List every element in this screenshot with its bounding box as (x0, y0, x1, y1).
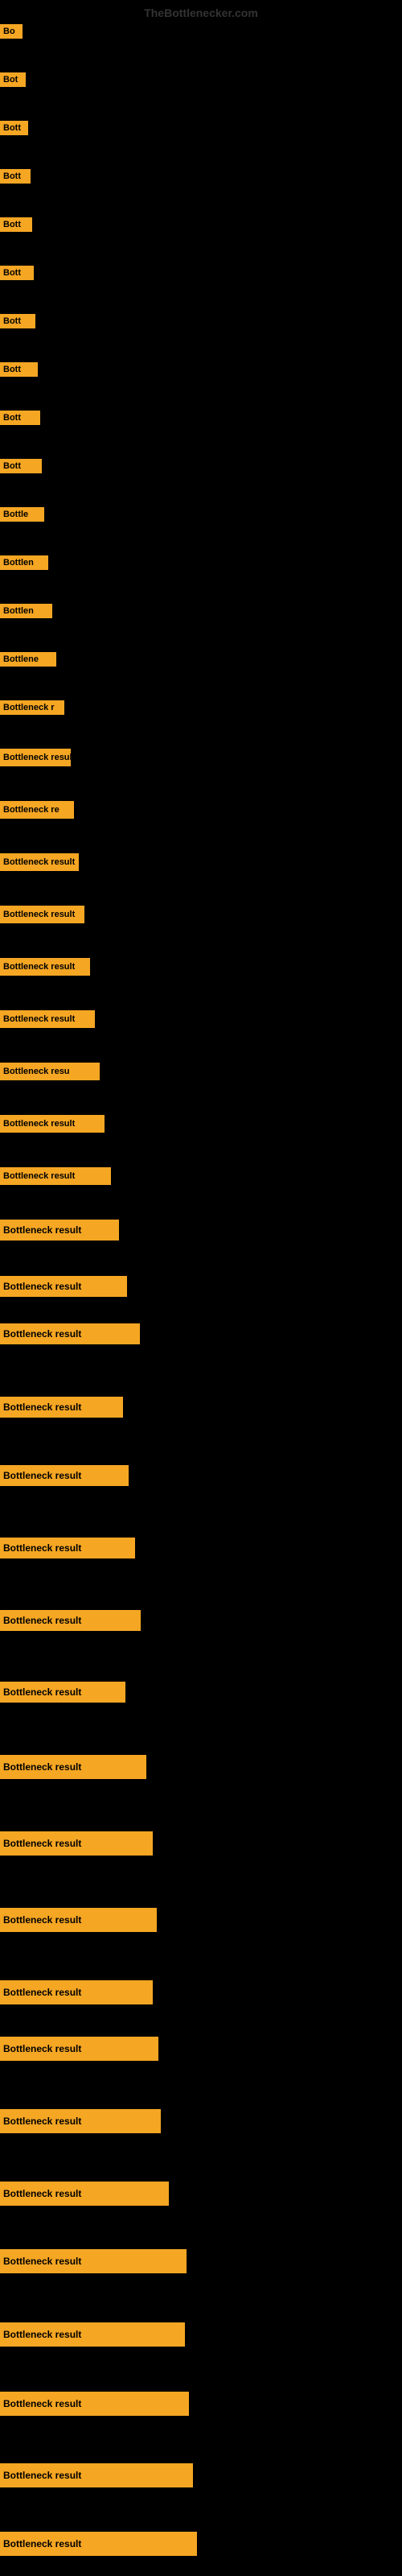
bar-label: Bottleneck result (0, 2182, 169, 2206)
bar-label: Bottleneck result (0, 853, 79, 871)
bar-item: Bottleneck result (0, 2532, 197, 2556)
bar-label: Bottleneck result (0, 2109, 161, 2133)
bar-label: Bottleneck result (0, 1323, 140, 1344)
bar-item: Bo (0, 24, 23, 39)
bar-label: Bottleneck result (0, 2463, 193, 2487)
bar-label: Bottleneck resu (0, 1063, 100, 1080)
bar-label: Bottlene (0, 652, 56, 667)
bar-label: Bottleneck re (0, 801, 74, 819)
bar-item: Bottleneck result (0, 1980, 153, 2004)
bar-item: Bottleneck result (0, 853, 79, 871)
bar-label: Bottleneck result (0, 1167, 111, 1185)
bar-item: Bottleneck result (0, 2392, 189, 2416)
bar-label: Bottleneck result (0, 1115, 105, 1133)
bar-item: Bottleneck result (0, 1167, 111, 1185)
bar-label: Bott (0, 266, 34, 280)
bar-label: Bo (0, 24, 23, 39)
bar-label: Bott (0, 362, 38, 377)
bar-label: Bottleneck result (0, 1610, 141, 1631)
bar-item: Bottleneck result (0, 1010, 95, 1028)
bar-item: Bottlen (0, 555, 48, 570)
bar-item: Bottleneck result (0, 1465, 129, 1486)
bar-item: Bottleneck result (0, 2463, 193, 2487)
bar-item: Bottleneck result (0, 906, 84, 923)
bar-label: Bottleneck result (0, 1397, 123, 1418)
bar-label: Bottle (0, 507, 44, 522)
bar-item: Bottlen (0, 604, 52, 618)
bar-item: Bot (0, 72, 26, 87)
bar-item: Bott (0, 459, 42, 473)
bar-item: Bottleneck result (0, 1220, 119, 1241)
bar-label: Bottleneck result (0, 1465, 129, 1486)
bar-item: Bottleneck result (0, 2182, 169, 2206)
bar-item: Bottleneck result (0, 1397, 123, 1418)
bar-item: Bottleneck result (0, 1115, 105, 1133)
bar-label: Bottleneck result (0, 1682, 125, 1703)
bar-label: Bottleneck result (0, 2532, 197, 2556)
bar-label: Bottleneck result (0, 1980, 153, 2004)
bar-item: Bott (0, 266, 34, 280)
bar-label: Bottlen (0, 604, 52, 618)
bar-item: Bott (0, 362, 38, 377)
bar-item: Bottleneck result (0, 1323, 140, 1344)
bar-label: Bottleneck result (0, 1010, 95, 1028)
bar-item: Bottleneck result (0, 1831, 153, 1856)
bar-label: Bottlen (0, 555, 48, 570)
bar-label: Bottleneck r (0, 700, 64, 715)
bar-item: Bott (0, 314, 35, 328)
bar-item: Bottlene (0, 652, 56, 667)
bar-label: Bottleneck result (0, 2322, 185, 2347)
bar-label: Bottleneck result (0, 2037, 158, 2061)
bar-item: Bottleneck re (0, 801, 74, 819)
bar-label: Bott (0, 411, 40, 425)
bar-item: Bottleneck result (0, 1610, 141, 1631)
bar-label: Bottleneck result (0, 1908, 157, 1932)
bar-item: Bott (0, 217, 32, 232)
bar-item: Bottleneck result (0, 1682, 125, 1703)
bar-item: Bottleneck result (0, 1908, 157, 1932)
bar-item: Bott (0, 411, 40, 425)
bar-item: Bottleneck result (0, 2322, 185, 2347)
bar-item: Bottleneck r (0, 700, 64, 715)
bar-label: Bott (0, 121, 28, 135)
bar-label: Bottleneck result (0, 1755, 146, 1779)
bar-label: Bott (0, 169, 31, 184)
bar-label: Bottleneck result (0, 2249, 187, 2273)
bar-label: Bottleneck result (0, 1276, 127, 1297)
bar-item: Bottleneck result (0, 1538, 135, 1558)
bar-item: Bottleneck result (0, 749, 71, 766)
bar-label: Bott (0, 459, 42, 473)
bar-label: Bottleneck result (0, 1220, 119, 1241)
bar-label: Bottleneck result (0, 1538, 135, 1558)
bar-label: Bottleneck result (0, 749, 71, 766)
site-title: TheBottlenecker.com (144, 6, 258, 19)
bar-item: Bottleneck result (0, 958, 90, 976)
bar-label: Bot (0, 72, 26, 87)
bar-label: Bott (0, 217, 32, 232)
bar-label: Bottleneck result (0, 958, 90, 976)
bar-item: Bottleneck resu (0, 1063, 100, 1080)
bar-label: Bottleneck result (0, 1831, 153, 1856)
bar-item: Bottleneck result (0, 2109, 161, 2133)
bar-label: Bottleneck result (0, 2392, 189, 2416)
bar-item: Bottleneck result (0, 1276, 127, 1297)
bar-item: Bottle (0, 507, 44, 522)
bar-label: Bottleneck result (0, 906, 84, 923)
bar-item: Bott (0, 121, 28, 135)
bar-item: Bott (0, 169, 31, 184)
bar-item: Bottleneck result (0, 2249, 187, 2273)
bar-label: Bott (0, 314, 35, 328)
bar-item: Bottleneck result (0, 1755, 146, 1779)
bar-item: Bottleneck result (0, 2037, 158, 2061)
